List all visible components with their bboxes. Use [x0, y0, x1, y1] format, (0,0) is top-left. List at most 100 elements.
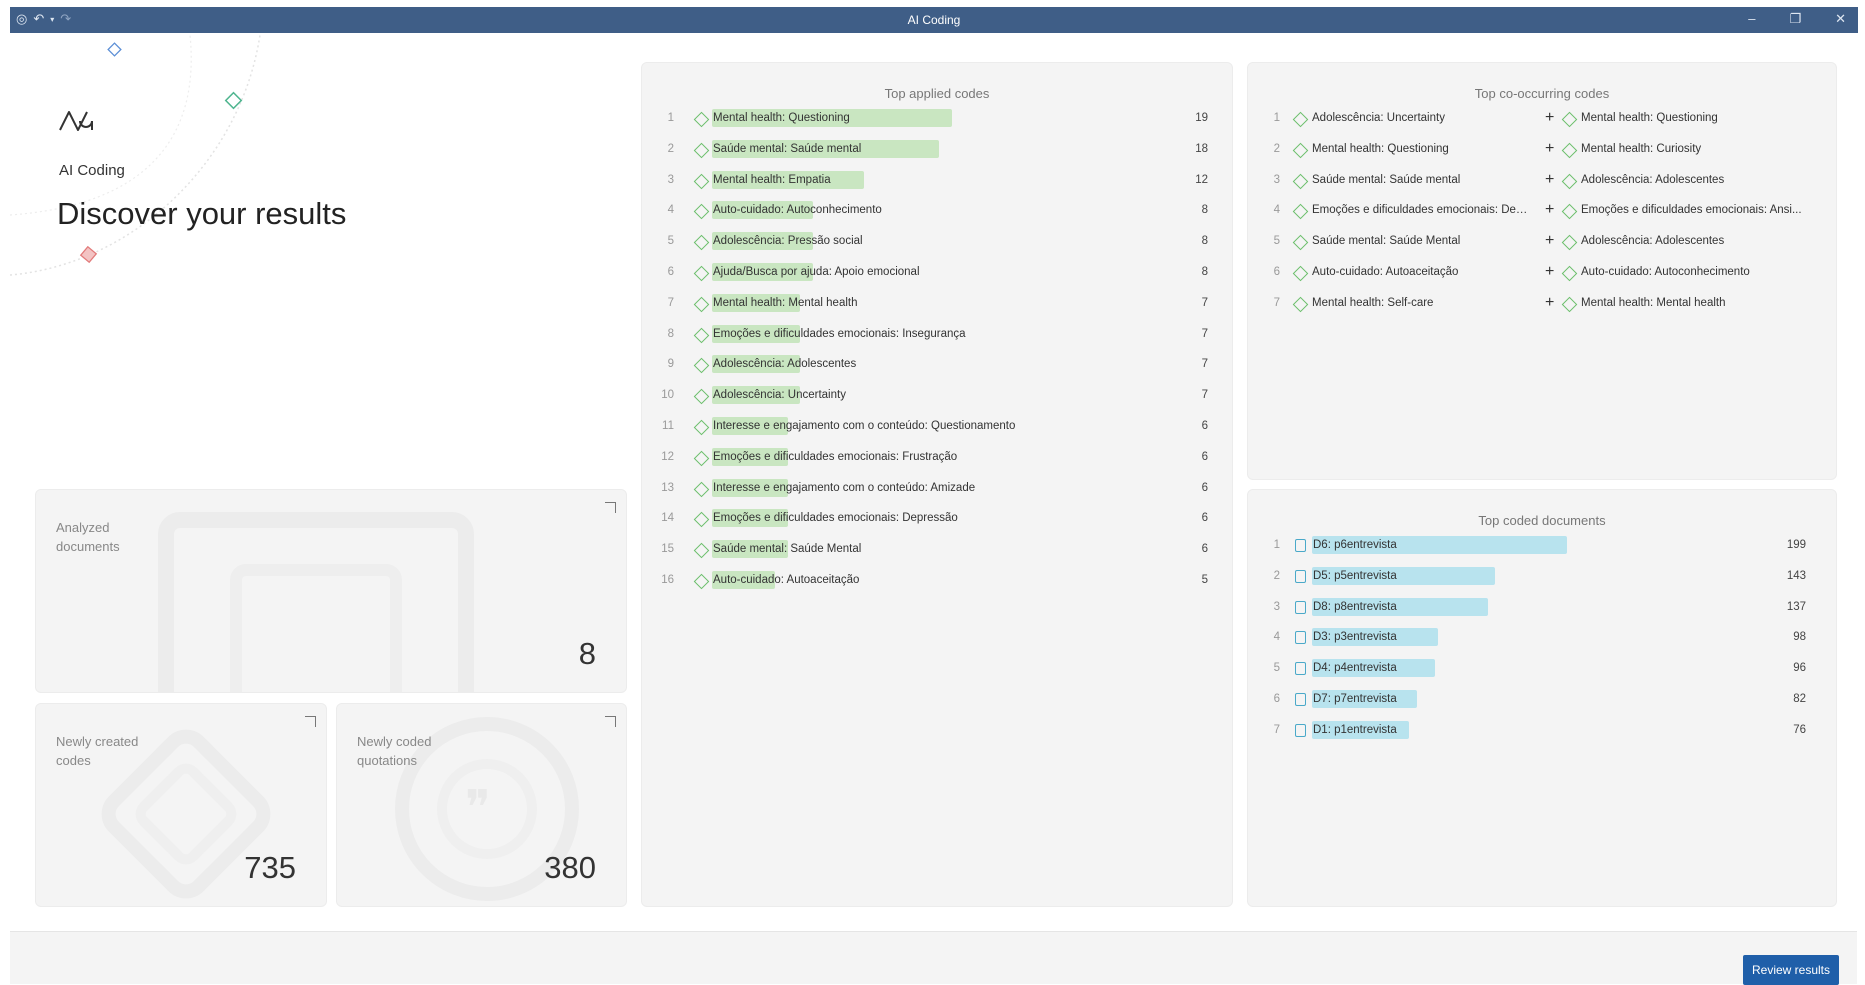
- cooccurring-pair-row[interactable]: 7 Mental health: Self-care + Mental health:…: [1248, 294, 1836, 316]
- plus-icon: +: [1545, 109, 1555, 126]
- code-diamond-icon: [1292, 173, 1309, 189]
- applied-code-row[interactable]: 4 Auto-cuidado: Autoconhecimento 8: [642, 201, 1232, 223]
- newly-created-codes-card[interactable]: Newly created codes 735: [35, 703, 327, 907]
- document-label: D6: p6entrevista: [1313, 539, 1397, 551]
- cooccurring-pair-row[interactable]: 1 Adolescência: Uncertainty + Mental health…: [1248, 109, 1836, 131]
- cooccurring-pair-row[interactable]: 4 Emoções e dificuldades emocionais: Depr…: [1248, 201, 1836, 223]
- row-rank: 16: [661, 574, 674, 586]
- cooccurring-pair-row[interactable]: 5 Saúde mental: Saúde Mental + Adolescência…: [1248, 232, 1836, 254]
- coded-document-row[interactable]: 2 D5: p5entrevista 143: [1248, 566, 1836, 589]
- right-code-label: Auto-cuidado: Autoconhecimento: [1581, 266, 1750, 278]
- right-code-label: Mental health: Curiosity: [1581, 142, 1702, 155]
- code-count: 6: [1201, 543, 1208, 556]
- row-rank: 4: [1273, 204, 1280, 217]
- code-diamond-icon: [693, 265, 710, 282]
- coded-document-row[interactable]: 1 D6: p6entrevista 199: [1248, 536, 1836, 558]
- document-label: D4: p4entrevista: [1313, 662, 1397, 675]
- newly-coded-quotations-card[interactable]: ❞ Newly coded quotations 380: [336, 703, 627, 907]
- code-count: 12: [1195, 173, 1208, 186]
- applied-code-row[interactable]: 1 Mental health: Questioning 19: [642, 109, 1232, 131]
- code-count: 7: [1201, 327, 1208, 340]
- code-label: Adolescência: Pressão social: [713, 235, 863, 248]
- code-count: 19: [1195, 112, 1208, 124]
- row-rank: 5: [667, 235, 674, 248]
- coded-document-row[interactable]: 6 D7: p7entrevista 82: [1248, 690, 1836, 712]
- coded-document-row[interactable]: 5 D4: p4entrevista 96: [1248, 659, 1836, 681]
- plus-icon: +: [1545, 263, 1555, 280]
- expand-corner-icon[interactable]: [605, 716, 616, 727]
- cooccurring-pair-row[interactable]: 6 Auto-cuidado: Autoaceitação + Auto-cuidad…: [1248, 263, 1836, 285]
- plus-icon: +: [1545, 201, 1555, 219]
- minimize-icon[interactable]: –: [1748, 11, 1755, 27]
- analyzed-documents-card[interactable]: Analyzed documents 8: [35, 489, 627, 693]
- applied-code-row[interactable]: 5 Adolescência: Pressão social 8: [642, 232, 1232, 254]
- panel-title: Top co-occurring codes: [1474, 86, 1610, 101]
- applied-code-row[interactable]: 7 Mental health: Mental health 7: [642, 293, 1232, 316]
- document-icon: [1295, 693, 1306, 706]
- cooccurring-pair-row[interactable]: 2 Mental health: Questioning + Mental healt…: [1248, 140, 1836, 162]
- document-icon: [1295, 631, 1306, 645]
- restore-icon[interactable]: ❐: [1789, 11, 1801, 27]
- coded-document-row[interactable]: 3 D8: p8entrevista 137: [1248, 597, 1836, 620]
- code-diamond-icon: [1292, 204, 1309, 220]
- top-applied-codes-panel: Top applied codes 1 Mental health: Questi…: [641, 62, 1233, 907]
- close-icon[interactable]: ✕: [1835, 11, 1846, 27]
- applied-code-row[interactable]: 12 Emoções e dificuldades emocionais: Fru…: [642, 447, 1232, 470]
- code-diamond-icon: [693, 204, 710, 220]
- code-diamond-icon: [693, 142, 710, 159]
- code-count: 8: [1201, 266, 1208, 278]
- cooccurring-pair-row[interactable]: 3 Saúde mental: Saúde mental + Adolescência…: [1248, 171, 1836, 193]
- applied-code-row[interactable]: 10 Adolescência: Uncertainty 7: [642, 386, 1232, 408]
- expand-corner-icon[interactable]: [305, 716, 316, 727]
- code-count: 7: [1201, 358, 1208, 371]
- left-code-label: Emoções e dificuldades emocionais: Depr.…: [1312, 204, 1532, 217]
- review-results-button[interactable]: Review results: [1743, 955, 1839, 985]
- applied-code-row[interactable]: 15 Saúde mental: Saúde Mental 6: [642, 540, 1232, 562]
- row-rank: 1: [667, 112, 674, 124]
- applied-code-row[interactable]: 14 Emoções e dificuldades emocionais: Dep…: [642, 509, 1232, 531]
- applied-code-row[interactable]: 8 Emoções e dificuldades emocionais: Inse…: [642, 324, 1232, 347]
- applied-code-row[interactable]: 9 Adolescência: Adolescentes 7: [642, 355, 1232, 377]
- window-controls: – ❐ ✕: [1748, 11, 1846, 27]
- coded-document-row[interactable]: 7 D1: p1entrevista 76: [1248, 720, 1836, 743]
- applied-code-row[interactable]: 6 Ajuda/Busca por ajuda: Apoio emocional 8: [642, 263, 1232, 285]
- document-count: 143: [1786, 569, 1806, 582]
- code-label: Ajuda/Busca por ajuda: Apoio emocional: [713, 266, 920, 278]
- code-diamond-icon: [693, 327, 710, 343]
- row-rank: 6: [667, 266, 674, 278]
- row-rank: 3: [1273, 173, 1280, 186]
- applied-code-row[interactable]: 13 Interesse e engajamento com o conteúdo…: [642, 478, 1232, 501]
- applied-code-row[interactable]: 3 Mental health: Empatia 12: [642, 170, 1232, 193]
- code-diamond-icon: [1561, 265, 1578, 282]
- row-rank: 5: [1273, 662, 1280, 675]
- code-diamond-icon: [693, 173, 710, 189]
- row-rank: 3: [667, 173, 674, 186]
- ai-coding-logo-icon: [59, 111, 93, 131]
- document-label: D7: p7entrevista: [1313, 693, 1397, 705]
- expand-corner-icon[interactable]: [605, 502, 616, 513]
- document-icon: [1295, 539, 1306, 552]
- document-icon: [1295, 600, 1306, 614]
- applied-code-row[interactable]: 2 Saúde mental: Saúde mental 18: [642, 139, 1232, 162]
- newly-coded-quotations-label: Newly coded quotations: [357, 734, 432, 768]
- right-code-label: Adolescência: Adolescentes: [1581, 173, 1725, 186]
- code-diamond-icon: [1561, 296, 1578, 313]
- row-rank: 11: [662, 420, 674, 432]
- code-count: 6: [1201, 512, 1208, 525]
- plus-icon: +: [1545, 170, 1555, 188]
- row-rank: 8: [667, 327, 674, 340]
- row-rank: 7: [1273, 296, 1280, 309]
- row-rank: 2: [1273, 569, 1280, 582]
- code-diamond-icon: [693, 542, 710, 559]
- code-diamond-icon: [1292, 265, 1309, 282]
- left-code-label: Mental health: Questioning: [1312, 142, 1449, 155]
- coded-document-row[interactable]: 4 D3: p3entrevista 98: [1248, 628, 1836, 650]
- code-count: 6: [1201, 450, 1208, 463]
- code-label: Emoções e dificuldades emocionais: Depre…: [713, 512, 958, 525]
- code-label: Adolescência: Adolescentes: [713, 358, 857, 371]
- applied-code-row[interactable]: 11 Interesse e engajamento com o conteúdo…: [642, 417, 1232, 439]
- document-label: D8: p8entrevista: [1313, 600, 1397, 613]
- applied-code-row[interactable]: 16 Auto-cuidado: Autoaceitação 5: [642, 571, 1232, 593]
- panel-title: Top coded documents: [1478, 513, 1606, 528]
- row-rank: 10: [661, 389, 674, 402]
